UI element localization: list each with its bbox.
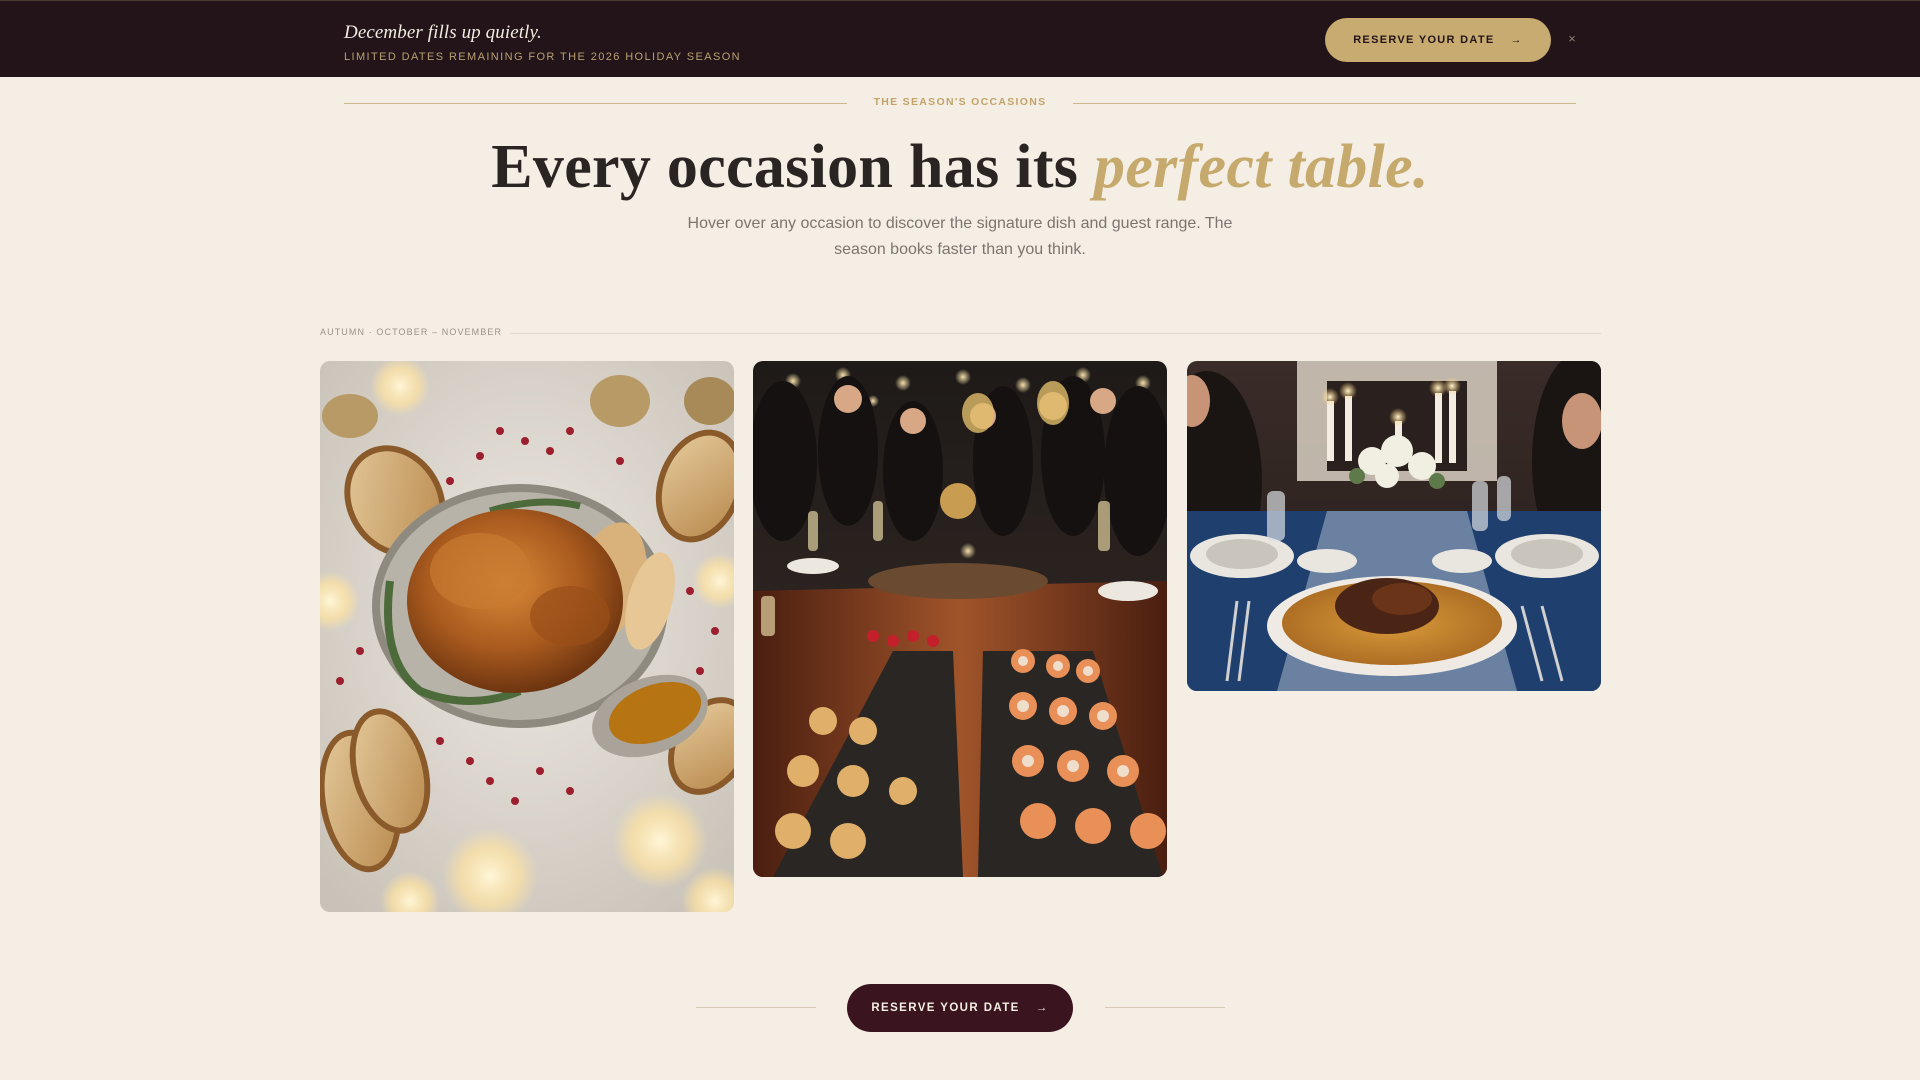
occasion-card-hanukkah-dinner[interactable] bbox=[1187, 361, 1601, 691]
intro-text: Hover over any occasion to discover the … bbox=[687, 215, 1233, 258]
page-title: Every occasion has its perfect table. bbox=[0, 130, 1920, 204]
promo-banner: December fills up quietly. LIMITED DATES… bbox=[0, 0, 1920, 77]
roast-turkey-image bbox=[320, 361, 734, 912]
close-icon[interactable]: × bbox=[1564, 31, 1580, 47]
arrow-right-icon: → bbox=[1510, 34, 1523, 46]
reserve-date-button[interactable]: RESERVE YOUR DATE → bbox=[847, 984, 1073, 1032]
divider bbox=[1105, 1007, 1225, 1008]
season-label: AUTUMN · OCTOBER – NOVEMBER bbox=[320, 327, 503, 337]
banner-subtitle: LIMITED DATES REMAINING FOR THE 2026 HOL… bbox=[344, 51, 741, 63]
section-eyebrow: THE SEASON'S OCCASIONS bbox=[344, 96, 1576, 110]
season-header: AUTUMN · OCTOBER – NOVEMBER bbox=[320, 327, 1601, 339]
occasion-card-thanksgiving[interactable] bbox=[320, 361, 734, 912]
divider bbox=[1073, 103, 1576, 104]
canape-table-image bbox=[753, 361, 1167, 877]
occasion-card-cocktail-party[interactable] bbox=[753, 361, 1167, 877]
banner-title: December fills up quietly. bbox=[344, 22, 542, 43]
divider bbox=[344, 103, 847, 104]
banner-reserve-button[interactable]: RESERVE YOUR DATE → bbox=[1325, 18, 1551, 62]
banner-reserve-label: RESERVE YOUR DATE bbox=[1353, 34, 1495, 46]
headline-accent: perfect table. bbox=[1094, 133, 1429, 201]
divider bbox=[696, 1007, 816, 1008]
arrow-right-icon: → bbox=[1035, 1002, 1049, 1014]
reserve-date-label: RESERVE YOUR DATE bbox=[871, 1002, 1020, 1014]
candlelit-dinner-image bbox=[1187, 361, 1601, 691]
eyebrow-text: THE SEASON'S OCCASIONS bbox=[873, 96, 1047, 108]
banner-text: December fills up quietly. LIMITED DATES… bbox=[344, 22, 741, 63]
headline-main: Every occasion has its bbox=[491, 133, 1095, 201]
divider bbox=[510, 333, 1601, 334]
